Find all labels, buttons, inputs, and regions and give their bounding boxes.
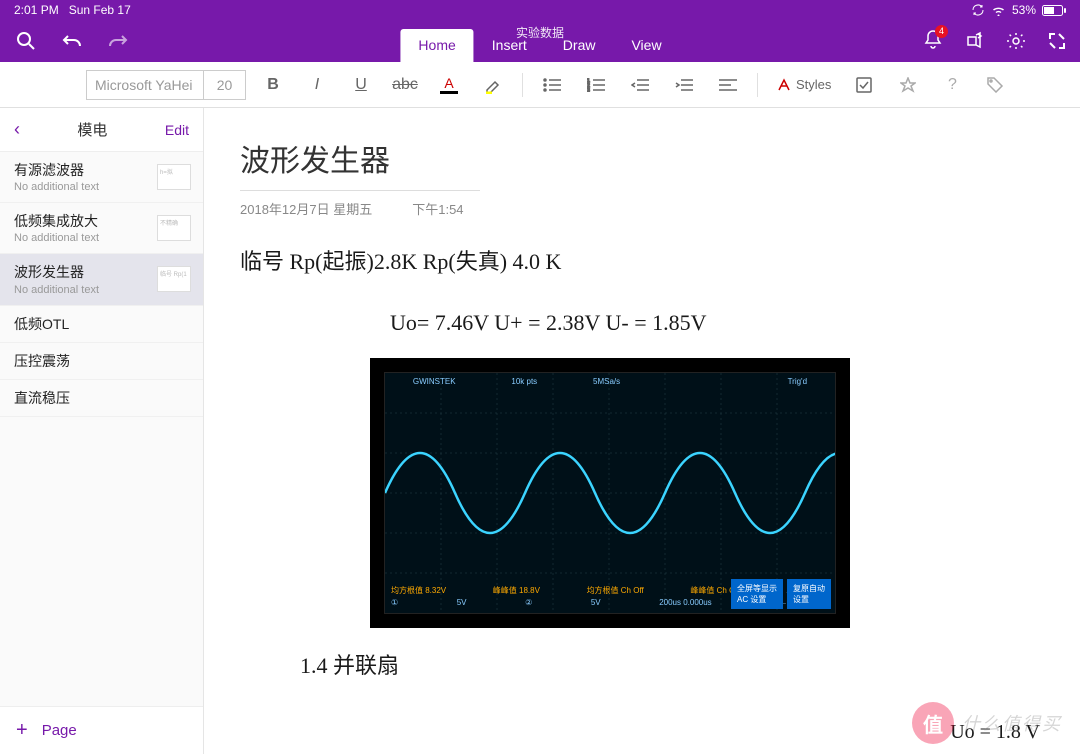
status-left: 2:01 PM Sun Feb 17	[14, 3, 131, 17]
watermark-icon: 值	[912, 702, 954, 744]
undo-icon[interactable]	[62, 33, 82, 49]
plus-icon: +	[16, 719, 28, 742]
tag-question-button[interactable]: ?	[935, 70, 969, 100]
page-title: 低频集成放大	[14, 212, 157, 230]
scope-btn-auto: 复原自动 设置	[787, 579, 831, 609]
page-item[interactable]: 低频集成放大 No additional text 不精确	[0, 203, 203, 254]
note-canvas[interactable]: 波形发生器 2018年12月7日 星期五 下午1:54 临号 Rp(起振)2.8…	[204, 108, 1080, 754]
handwriting-line: 1.4 并联扇	[300, 648, 1080, 683]
font-selector[interactable]: Microsoft YaHei 20	[86, 70, 246, 100]
sync-icon	[971, 4, 985, 16]
page-item[interactable]: 直流稳压	[0, 380, 203, 417]
align-button[interactable]	[711, 70, 745, 100]
page-title: 直流稳压	[14, 389, 191, 407]
app-header: 实验数据 Home Insert Draw View 4	[0, 20, 1080, 62]
battery-icon	[1042, 5, 1066, 16]
page-sidebar: ‹ 模电 Edit 有源滤波器 No additional text h=拟 低频…	[0, 108, 204, 754]
note-time: 下午1:54	[412, 199, 463, 218]
numbered-list-button[interactable]: 123	[579, 70, 613, 100]
redo-icon[interactable]	[108, 33, 128, 49]
add-page-label: Page	[42, 722, 77, 739]
page-item[interactable]: 有源滤波器 No additional text h=拟	[0, 152, 203, 203]
page-subtitle: No additional text	[14, 181, 157, 193]
battery-percent: 53%	[1012, 3, 1036, 17]
styles-icon	[776, 77, 792, 93]
status-date: Sun Feb 17	[69, 3, 131, 17]
italic-button[interactable]: I	[300, 70, 334, 100]
sidebar-header: ‹ 模电 Edit	[0, 108, 203, 152]
status-right: 53%	[971, 3, 1066, 17]
search-icon[interactable]	[16, 31, 36, 51]
page-thumbnail: 临号 Rp(1	[157, 266, 191, 292]
handwriting-line: Uo = 1.8 V	[950, 716, 1040, 748]
oscilloscope-image: GWINSTEK 10k pts 5MSa/s Trig'd 均方根值 8.32…	[370, 358, 850, 628]
tab-view[interactable]: View	[613, 29, 679, 62]
ribbon-tabs: Home Insert Draw View	[400, 29, 679, 62]
page-title: 压控震荡	[14, 352, 191, 370]
tab-draw[interactable]: Draw	[545, 29, 614, 62]
underline-button[interactable]: U	[344, 70, 378, 100]
edit-button[interactable]: Edit	[165, 122, 189, 138]
handwriting-line: Uo= 7.46V U+ = 2.38V U- = 1.85V	[390, 305, 1080, 340]
fullscreen-icon[interactable]	[1048, 32, 1066, 50]
back-button[interactable]: ‹	[14, 119, 20, 140]
indent-button[interactable]	[667, 70, 701, 100]
tag-star-button[interactable]	[891, 70, 925, 100]
font-name-field[interactable]: Microsoft YaHei	[87, 77, 203, 93]
handwriting-line: 临号 Rp(起振)2.8K Rp(失真) 4.0 K	[240, 244, 1080, 279]
add-page-button[interactable]: + Page	[0, 706, 203, 754]
page-subtitle: No additional text	[14, 232, 157, 244]
wifi-icon	[991, 5, 1006, 16]
note-metadata: 2018年12月7日 星期五 下午1:54	[240, 199, 1080, 218]
tab-home[interactable]: Home	[400, 29, 473, 62]
note-date: 2018年12月7日 星期五	[240, 199, 372, 218]
bullet-list-button[interactable]	[535, 70, 569, 100]
page-subtitle: No additional text	[14, 284, 157, 296]
note-title[interactable]: 波形发生器	[240, 136, 1080, 180]
notifications-button[interactable]: 4	[924, 29, 942, 54]
scope-btn-ac: 全屏等显示 AC 设置	[731, 579, 783, 609]
scope-brand: GWINSTEK	[413, 377, 456, 391]
page-title: 波形发生器	[14, 263, 157, 281]
page-item[interactable]: 低频OTL	[0, 306, 203, 343]
outdent-button[interactable]	[623, 70, 657, 100]
strikethrough-button[interactable]: abc	[388, 70, 422, 100]
formatting-ribbon: Microsoft YaHei 20 B I U abc A 123 Style…	[0, 62, 1080, 108]
styles-label: Styles	[796, 77, 831, 92]
page-item[interactable]: 压控震荡	[0, 343, 203, 380]
scope-top-bar: GWINSTEK 10k pts 5MSa/s Trig'd	[385, 377, 835, 391]
notebook-title: 模电	[77, 119, 107, 140]
title-divider	[240, 190, 480, 191]
page-title: 有源滤波器	[14, 161, 157, 179]
page-title: 低频OTL	[14, 315, 191, 333]
scope-waveform	[385, 373, 835, 613]
status-time: 2:01 PM	[14, 3, 59, 17]
tags-button[interactable]	[979, 70, 1013, 100]
settings-icon[interactable]	[1006, 31, 1026, 51]
todo-button[interactable]	[847, 70, 881, 100]
font-size-field[interactable]: 20	[203, 70, 245, 100]
page-thumbnail: 不精确	[157, 215, 191, 241]
styles-button[interactable]: Styles	[770, 77, 837, 93]
highlight-button[interactable]	[476, 70, 510, 100]
page-thumbnail: h=拟	[157, 164, 191, 190]
page-list: 有源滤波器 No additional text h=拟 低频集成放大 No add…	[0, 152, 203, 706]
font-color-button[interactable]: A	[432, 70, 466, 100]
tab-insert[interactable]: Insert	[474, 29, 545, 62]
ios-status-bar: 2:01 PM Sun Feb 17 53%	[0, 0, 1080, 20]
page-item[interactable]: 波形发生器 No additional text 临号 Rp(1	[0, 254, 203, 305]
bold-button[interactable]: B	[256, 70, 290, 100]
svg-text:3: 3	[587, 88, 590, 92]
scope-buttons: 全屏等显示 AC 设置 复原自动 设置	[731, 579, 831, 609]
share-icon[interactable]	[964, 31, 984, 51]
notification-badge: 4	[935, 25, 948, 38]
